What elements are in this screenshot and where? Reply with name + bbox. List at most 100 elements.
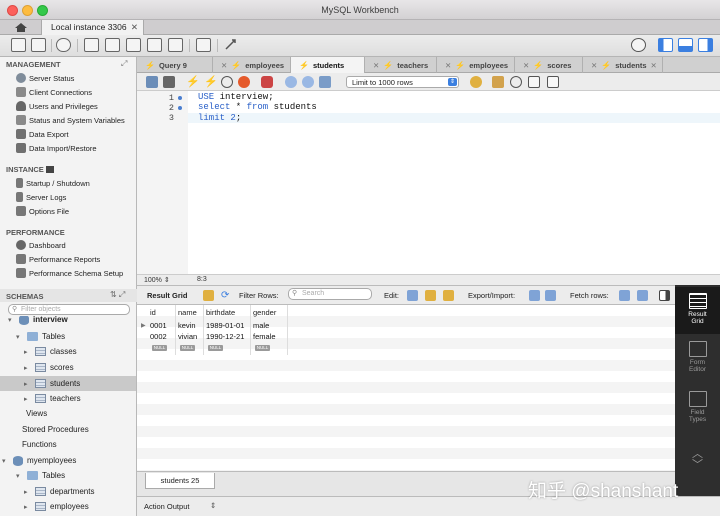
- refresh-icon[interactable]: ⟳: [221, 290, 232, 301]
- views-node[interactable]: Views: [24, 406, 47, 421]
- table-node-departments[interactable]: ▸ departments: [24, 484, 94, 499]
- tables-node[interactable]: ▾ Tables: [16, 468, 65, 483]
- fetch-all-icon[interactable]: [637, 290, 648, 301]
- beautify-icon[interactable]: [470, 76, 482, 88]
- editor-tab[interactable]: ✕ ⚡ scores: [515, 57, 583, 73]
- table-cell[interactable]: vivian: [178, 332, 197, 341]
- users-privileges-item[interactable]: Users and Privileges: [16, 100, 98, 112]
- editor-tab[interactable]: ✕ ⚡ students ✕: [583, 57, 663, 73]
- commit-icon[interactable]: [285, 76, 297, 88]
- execute-current-icon[interactable]: ⚡: [204, 76, 218, 88]
- autocommit-icon[interactable]: [319, 76, 331, 88]
- wrap-lines-icon[interactable]: [547, 76, 559, 88]
- field-types-panel-button[interactable]: Field Types: [675, 389, 720, 433]
- schema-node-interview[interactable]: ▾ interview: [8, 316, 68, 327]
- error-stop-icon[interactable]: [261, 76, 273, 88]
- refresh-schemas-icon[interactable]: ⇅ ⤢: [110, 290, 125, 300]
- form-editor-panel-button[interactable]: Form Editor: [675, 339, 720, 383]
- null-badge[interactable]: NULL: [180, 345, 195, 351]
- toggle-secondary-sidebar-icon[interactable]: [698, 38, 713, 52]
- table-node-students[interactable]: ▸ students: [24, 376, 80, 391]
- explain-icon[interactable]: [221, 76, 233, 88]
- close-tab-icon[interactable]: ✕: [591, 61, 597, 70]
- close-tab-icon[interactable]: ✕: [131, 22, 138, 33]
- performance-reports-item[interactable]: Performance Reports: [16, 253, 100, 265]
- table-cell[interactable]: female: [253, 332, 276, 341]
- performance-schema-setup-item[interactable]: Performance Schema Setup: [16, 267, 123, 279]
- home-tab[interactable]: [0, 20, 42, 35]
- table-node-employees[interactable]: ▸ employees: [24, 499, 89, 514]
- save-icon[interactable]: [163, 76, 175, 88]
- toggle-output-icon[interactable]: [678, 38, 693, 52]
- editor-tab[interactable]: ✕ ⚡ employees: [437, 57, 515, 73]
- close-tab-icon[interactable]: ✕: [221, 61, 227, 70]
- null-badge[interactable]: NULL: [208, 345, 223, 351]
- server-logs-item[interactable]: Server Logs: [16, 191, 66, 203]
- format-icon[interactable]: [492, 76, 504, 88]
- table-cell[interactable]: kevin: [178, 321, 196, 330]
- close-tab-icon[interactable]: ✕: [651, 61, 657, 70]
- filter-rows-input[interactable]: ⚲ Search: [288, 288, 372, 300]
- create-function-icon[interactable]: [168, 38, 183, 52]
- editor-tab-active[interactable]: ⚡ students: [291, 57, 365, 73]
- create-table-icon[interactable]: [105, 38, 120, 52]
- rollback-icon[interactable]: [302, 76, 314, 88]
- schema-node-myemployees[interactable]: ▾ myemployees: [2, 453, 76, 468]
- create-procedure-icon[interactable]: [147, 38, 162, 52]
- open-sql-script-icon[interactable]: [31, 38, 46, 52]
- invisible-chars-icon[interactable]: [528, 76, 540, 88]
- inspector-icon[interactable]: [56, 38, 71, 52]
- new-sql-tab-icon[interactable]: [11, 38, 26, 52]
- tables-node[interactable]: ▾ Tables: [16, 329, 65, 344]
- column-header[interactable]: gender: [253, 308, 276, 317]
- import-icon[interactable]: [545, 290, 556, 301]
- limit-rows-select[interactable]: Limit to 1000 rows ⇕: [346, 76, 459, 88]
- reconnect-icon[interactable]: [223, 38, 238, 52]
- functions-node[interactable]: Functions: [22, 437, 57, 452]
- dashboard-item[interactable]: Dashboard: [16, 239, 66, 251]
- toggle-panel-icon[interactable]: [659, 290, 670, 301]
- result-tab[interactable]: students 25: [145, 473, 215, 489]
- column-header[interactable]: id: [150, 308, 156, 317]
- fetch-next-icon[interactable]: [619, 290, 630, 301]
- result-grid-panel-button[interactable]: Result Grid: [675, 287, 720, 334]
- settings-icon[interactable]: [631, 38, 646, 52]
- client-connections-item[interactable]: Client Connections: [16, 86, 92, 98]
- stop-icon[interactable]: [238, 76, 250, 88]
- stored-procedures-node[interactable]: Stored Procedures: [22, 422, 89, 437]
- create-view-icon[interactable]: [126, 38, 141, 52]
- column-header[interactable]: name: [178, 308, 197, 317]
- connection-tab[interactable]: Local instance 3306 ✕: [42, 20, 144, 35]
- close-tab-icon[interactable]: ✕: [523, 61, 529, 70]
- null-badge[interactable]: NULL: [152, 345, 167, 351]
- zoom-select[interactable]: 100% ⇕: [144, 276, 170, 284]
- table-cell[interactable]: 0001: [150, 321, 167, 330]
- table-cell[interactable]: 1990-12-21: [206, 332, 244, 341]
- table-node-teachers[interactable]: ▸ teachers: [24, 391, 81, 406]
- null-badge[interactable]: NULL: [255, 345, 270, 351]
- grid-icon[interactable]: [203, 290, 214, 301]
- table-cell[interactable]: 0002: [150, 332, 167, 341]
- export-icon[interactable]: [529, 290, 540, 301]
- find-icon[interactable]: [510, 76, 522, 88]
- create-schema-icon[interactable]: [84, 38, 99, 52]
- close-tab-icon[interactable]: ✕: [445, 61, 451, 70]
- add-row-icon[interactable]: [425, 290, 436, 301]
- delete-row-icon[interactable]: [443, 290, 454, 301]
- close-tab-icon[interactable]: ✕: [373, 61, 379, 70]
- table-cell[interactable]: male: [253, 321, 269, 330]
- edit-row-icon[interactable]: [407, 290, 418, 301]
- table-node-classes[interactable]: ▸ classes: [24, 344, 77, 359]
- execute-icon[interactable]: ⚡: [186, 76, 200, 88]
- scroll-chevrons-icon[interactable]: ︿ ﹀: [675, 449, 720, 473]
- table-node-scores[interactable]: ▸ scores: [24, 360, 74, 375]
- data-export-item[interactable]: Data Export: [16, 128, 69, 140]
- status-variables-item[interactable]: Status and System Variables: [16, 114, 125, 126]
- chevron-updown-icon[interactable]: ⇕: [210, 501, 216, 510]
- schema-filter-input[interactable]: ⚲ Filter objects: [8, 304, 130, 315]
- data-import-item[interactable]: Data Import/Restore: [16, 142, 97, 154]
- editor-tab[interactable]: ✕ ⚡ teachers: [365, 57, 437, 73]
- editor-tab[interactable]: ✕ ⚡ employees: [213, 57, 291, 73]
- editor-tab[interactable]: ⚡ Query 9: [137, 57, 213, 73]
- startup-shutdown-item[interactable]: Startup / Shutdown: [16, 177, 90, 189]
